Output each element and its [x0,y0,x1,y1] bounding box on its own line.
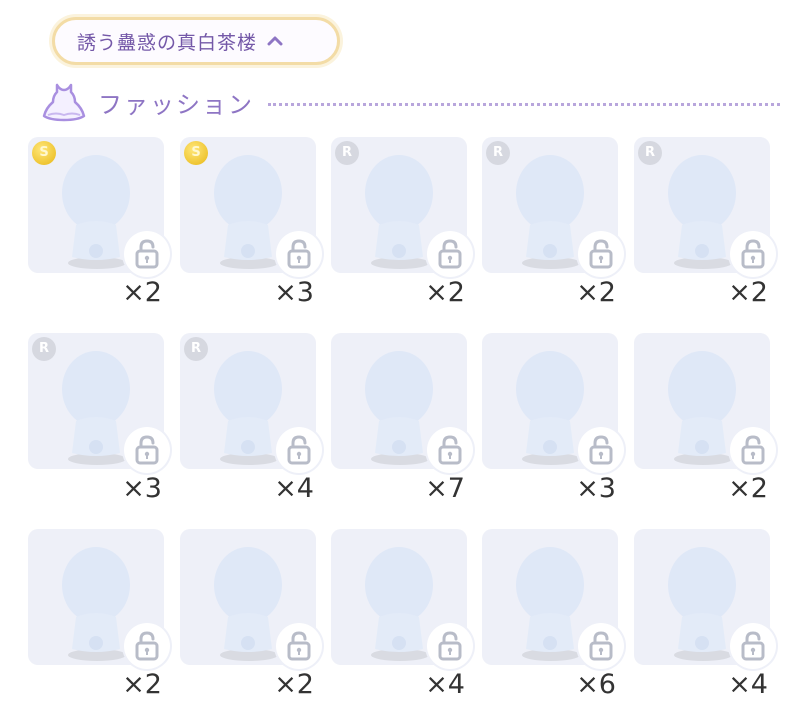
dotted-divider [268,102,780,106]
rarity-badge: R [335,141,359,165]
unlock-icon [589,239,613,269]
unlock-button[interactable] [276,427,322,473]
rarity-badge: R [184,337,208,361]
item-count: ×2 [728,473,768,504]
item-count: ×2 [122,277,162,308]
item-count: ×7 [425,473,465,504]
item-card[interactable]: S [28,137,170,277]
item-card[interactable]: R [331,137,473,277]
unlock-icon [589,631,613,661]
item-card[interactable]: R [180,333,322,473]
rarity-badge: S [32,141,56,165]
rarity-badge: S [184,141,208,165]
item-count: ×2 [274,669,314,700]
unlock-icon [438,631,462,661]
unlock-button[interactable] [578,623,624,669]
dress-icon [42,83,86,122]
unlock-button[interactable] [730,623,776,669]
unlock-button[interactable] [427,231,473,277]
item-count: ×6 [576,669,616,700]
item-count: ×3 [122,473,162,504]
item-card[interactable]: R [28,333,170,473]
set-title: 誘う蠱惑の真白茶楼 [77,31,258,54]
item-count: ×3 [576,473,616,504]
rarity-badge: R [638,141,662,165]
unlock-button[interactable] [730,427,776,473]
rarity-badge: R [32,337,56,361]
unlock-button[interactable] [730,231,776,277]
item-card[interactable] [331,333,473,473]
unlock-icon [135,631,159,661]
item-card[interactable] [482,529,624,669]
item-card[interactable] [634,529,776,669]
chevron-up-icon [267,36,283,46]
fashion-section-header: ファッション [40,80,780,124]
item-card[interactable] [180,529,322,669]
item-count: ×4 [728,669,768,700]
unlock-icon [135,435,159,465]
unlock-button[interactable] [124,623,170,669]
item-count: ×2 [122,669,162,700]
unlock-icon [438,435,462,465]
unlock-button[interactable] [578,427,624,473]
item-count: ×4 [274,473,314,504]
item-card[interactable]: R [634,137,776,277]
unlock-icon [287,631,311,661]
unlock-icon [287,239,311,269]
section-title: ファッション [98,90,254,119]
unlock-icon [135,239,159,269]
unlock-icon [741,435,765,465]
unlock-button[interactable] [578,231,624,277]
unlock-button[interactable] [124,427,170,473]
item-count: ×2 [728,277,768,308]
item-card[interactable] [331,529,473,669]
item-card[interactable] [634,333,776,473]
unlock-button[interactable] [276,623,322,669]
rarity-badge: R [486,141,510,165]
unlock-button[interactable] [276,231,322,277]
item-card[interactable] [28,529,170,669]
unlock-icon [741,631,765,661]
item-card[interactable] [482,333,624,473]
item-count: ×3 [274,277,314,308]
unlock-icon [438,239,462,269]
item-count: ×4 [425,669,465,700]
item-card[interactable]: R [482,137,624,277]
item-count: ×2 [425,277,465,308]
item-card[interactable]: S [180,137,322,277]
item-count: ×2 [576,277,616,308]
unlock-icon [741,239,765,269]
unlock-icon [287,435,311,465]
unlock-button[interactable] [427,427,473,473]
unlock-button[interactable] [124,231,170,277]
set-title-toggle[interactable]: 誘う蠱惑の真白茶楼 [52,17,340,65]
unlock-button[interactable] [427,623,473,669]
unlock-icon [589,435,613,465]
